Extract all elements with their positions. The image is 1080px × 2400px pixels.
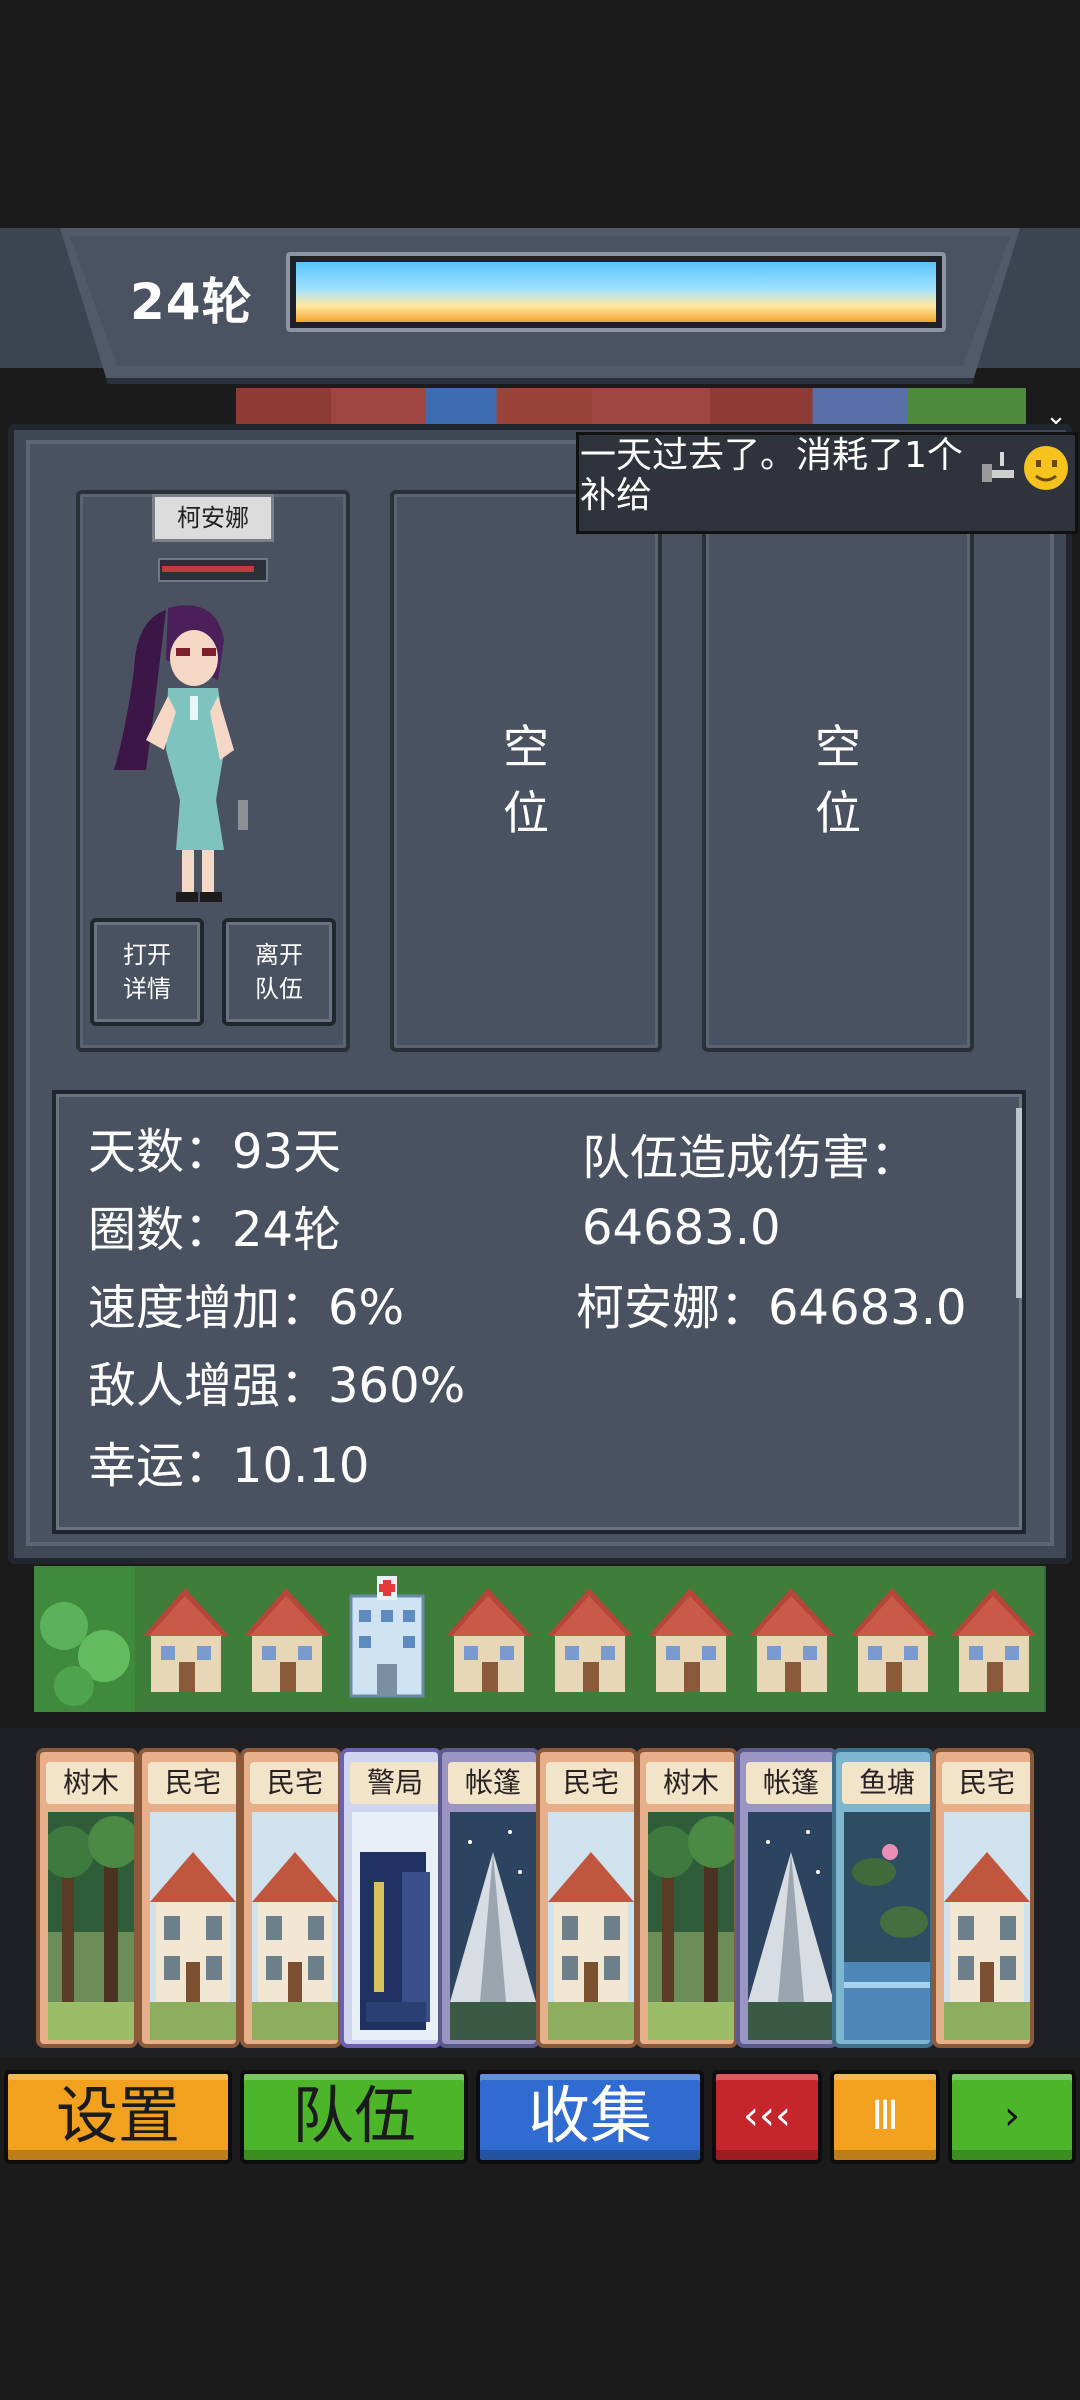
card-art-tree	[642, 1812, 734, 2040]
empty-slot-label: 空 位	[503, 720, 549, 840]
rewind-button[interactable]: ‹‹‹	[712, 2070, 822, 2164]
day-progress-fill	[296, 262, 936, 322]
leave-team-button[interactable]: 离开 队伍	[222, 918, 336, 1026]
card-art-house	[944, 1812, 1030, 2040]
map-tile-house	[135, 1566, 236, 1712]
card-house[interactable]: 民宅	[138, 1748, 240, 2048]
card-house[interactable]: 民宅	[932, 1748, 1034, 2048]
card-art-tree	[42, 1812, 134, 2040]
collection-button[interactable]: 收集	[476, 2070, 704, 2164]
card-art-house	[150, 1812, 236, 2040]
card-art-tent	[450, 1812, 536, 2040]
card-label: 民宅	[546, 1762, 634, 1804]
map-tile-house	[539, 1566, 640, 1712]
card-tent[interactable]: 帐篷	[438, 1748, 540, 2048]
character-hp-fill	[162, 566, 254, 572]
card-label: 民宅	[148, 1762, 236, 1804]
card-label: 树木	[646, 1762, 734, 1804]
stat-laps: 圈数：24轮	[88, 1202, 342, 1258]
character-name: 柯安娜	[152, 494, 274, 542]
card-police[interactable]: 警局	[340, 1748, 442, 2048]
card-art-pond	[844, 1812, 930, 2040]
chevron-down-icon[interactable]: ⌄	[1036, 402, 1076, 432]
settings-button[interactable]: 设置	[4, 2070, 232, 2164]
leave-team-label: 离开 队伍	[255, 941, 303, 1003]
member-damage: 柯安娜：64683.0	[576, 1280, 967, 1336]
party-slot-3[interactable]: 空 位	[702, 490, 974, 1052]
stat-luck: 幸运：10.10	[88, 1438, 370, 1494]
team-button[interactable]: 队伍	[240, 2070, 468, 2164]
stat-enemy: 敌人增强：360%	[88, 1358, 466, 1414]
card-label: 帐篷	[746, 1762, 834, 1804]
card-label: 民宅	[250, 1762, 338, 1804]
card-label: 民宅	[942, 1762, 1030, 1804]
map-tile-house	[943, 1566, 1044, 1712]
map-tile-house	[741, 1566, 842, 1712]
play-button[interactable]: ›	[948, 2070, 1076, 2164]
loop-map-preview	[236, 388, 1026, 424]
card-house[interactable]: 民宅	[240, 1748, 342, 2048]
empty-slot-label: 空 位	[815, 720, 861, 840]
open-details-label: 打开 详情	[123, 941, 171, 1003]
character-portrait[interactable]	[106, 600, 276, 910]
team-damage-title: 队伍造成伤害：	[582, 1130, 919, 1186]
team-damage-total: 64683.0	[582, 1200, 781, 1256]
card-label: 鱼塘	[842, 1762, 930, 1804]
map-tile-house	[842, 1566, 943, 1712]
card-art-house	[548, 1812, 634, 2040]
map-tile-house	[236, 1566, 337, 1712]
card-art-tent	[748, 1812, 834, 2040]
map-tile-hospital	[337, 1566, 438, 1712]
card-tree[interactable]: 树木	[636, 1748, 738, 2048]
stats-scrollbar[interactable]	[1016, 1108, 1022, 1298]
stat-days: 天数：93天	[88, 1124, 342, 1180]
map-tile-house	[438, 1566, 539, 1712]
party-slot-2[interactable]: 空 位	[390, 490, 662, 1052]
card-house[interactable]: 民宅	[536, 1748, 638, 2048]
map-tile-forest	[34, 1566, 135, 1712]
card-tent[interactable]: 帐篷	[736, 1748, 838, 2048]
card-art-police	[352, 1812, 438, 2040]
card-label: 树木	[46, 1762, 134, 1804]
card-art-house	[252, 1812, 338, 2040]
card-label: 警局	[350, 1762, 438, 1804]
toast-message: 一天过去了。消耗了1个补给	[580, 435, 963, 516]
card-tree[interactable]: 树木	[36, 1748, 138, 2048]
pause-button[interactable]: Ⅲ	[830, 2070, 940, 2164]
pipe-smiley-icon	[982, 446, 1068, 490]
card-pond[interactable]: 鱼塘	[832, 1748, 934, 2048]
map-tile-house	[640, 1566, 741, 1712]
card-label: 帐篷	[448, 1762, 536, 1804]
open-details-button[interactable]: 打开 详情	[90, 918, 204, 1026]
stat-speed: 速度增加：6%	[88, 1280, 405, 1336]
round-counter: 24轮	[130, 273, 253, 331]
